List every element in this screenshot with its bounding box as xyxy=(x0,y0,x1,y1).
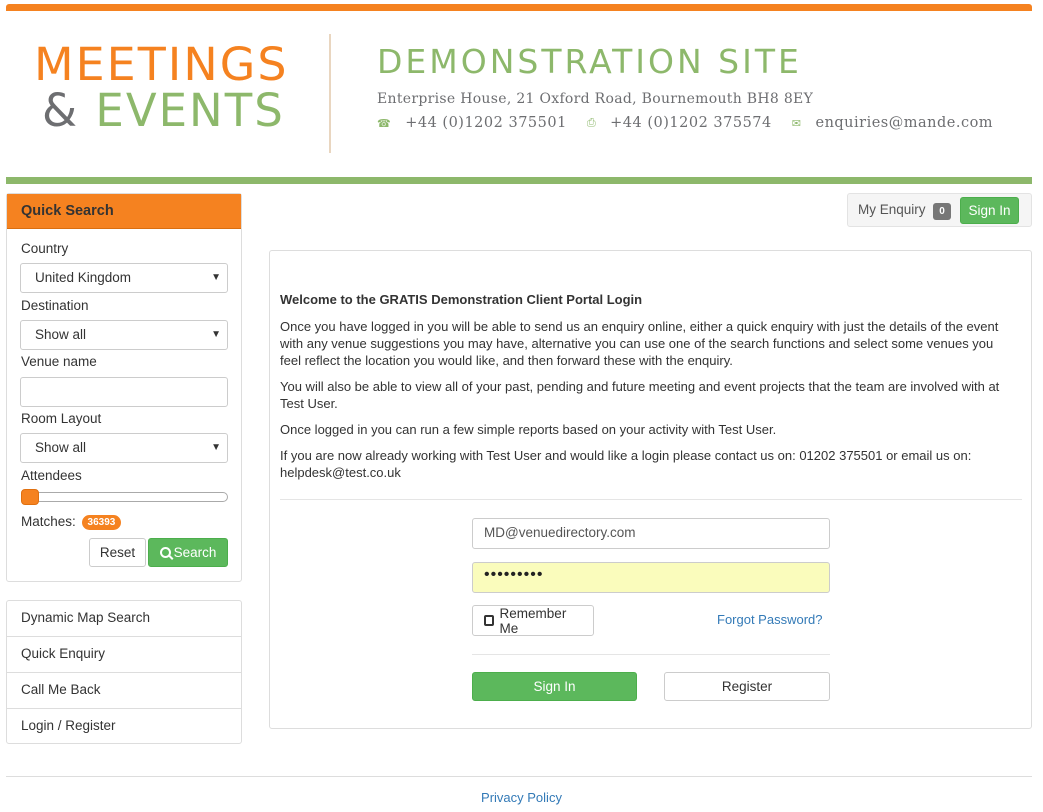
email-icon: ✉ xyxy=(791,116,802,130)
quick-search-panel: Quick Search Country United Kingdom ▼ De… xyxy=(6,193,242,582)
header-sign-in-button[interactable]: Sign In xyxy=(960,197,1019,224)
room-layout-label: Room Layout xyxy=(21,411,102,426)
matches-row: Matches: 36393 xyxy=(21,514,122,530)
sidebar-item-call-me-back[interactable]: Call Me Back xyxy=(7,673,241,709)
fax-number: +44 (0)1202 375574 xyxy=(610,115,772,131)
attendees-slider-handle[interactable] xyxy=(21,489,39,505)
quick-search-title: Quick Search xyxy=(7,194,241,229)
password-field[interactable]: ••••••••• xyxy=(472,562,830,593)
matches-label: Matches: xyxy=(21,514,76,529)
intro-paragraph-1: Once you have logged in you will be able… xyxy=(280,319,999,368)
attendees-slider-track[interactable] xyxy=(21,492,228,502)
site-contacts: ☎ +44 (0)1202 375501 ⎙ +44 (0)1202 37557… xyxy=(377,115,993,131)
logo-events-word: EVENTS xyxy=(95,84,285,137)
search-icon xyxy=(159,547,174,560)
phone-icon: ☎ xyxy=(377,116,392,130)
welcome-title: Welcome to the GRATIS Demonstration Clie… xyxy=(280,292,643,307)
site-title: DEMONSTRATION SITE xyxy=(377,42,802,81)
contact-email: enquiries@mande.com xyxy=(815,115,994,131)
destination-select-value: Show all xyxy=(35,327,87,342)
chevron-down-icon: ▼ xyxy=(211,272,221,283)
matches-count-badge: 36393 xyxy=(81,515,122,530)
remember-me-label: Remember Me xyxy=(499,605,567,636)
site-address: Enterprise House, 21 Oxford Road, Bourne… xyxy=(377,91,814,107)
fax-icon: ⎙ xyxy=(586,116,597,129)
intro-paragraph-4: If you are now already working with Test… xyxy=(280,448,972,480)
divider xyxy=(472,654,830,655)
privacy-policy-link-text[interactable]: Privacy Policy xyxy=(481,790,562,805)
enquiry-count-badge: 0 xyxy=(933,203,951,220)
country-label: Country xyxy=(21,241,69,256)
remember-me-toggle[interactable]: Remember Me xyxy=(472,605,594,636)
sign-in-button[interactable]: Sign In xyxy=(472,672,637,701)
chevron-down-icon: ▼ xyxy=(211,329,221,340)
forgot-password-link[interactable]: Forgot Password? xyxy=(717,612,823,627)
reset-button[interactable]: Reset xyxy=(89,538,146,567)
destination-select[interactable]: Show all ▼ xyxy=(20,320,228,350)
logo-divider xyxy=(329,34,331,153)
my-enquiry-label: My Enquiry xyxy=(858,202,926,217)
checkbox-icon xyxy=(484,615,494,626)
header-bottom-bar xyxy=(6,177,1032,184)
login-panel: Welcome to the GRATIS Demonstration Clie… xyxy=(269,250,1032,729)
divider xyxy=(280,499,1022,500)
logo-events-text: & EVENTS xyxy=(42,88,285,134)
register-button[interactable]: Register xyxy=(664,672,830,701)
sidebar-item-dynamic-map-search[interactable]: Dynamic Map Search xyxy=(7,601,241,637)
sidebar-nav: Dynamic Map Search Quick Enquiry Call Me… xyxy=(6,600,242,744)
destination-label: Destination xyxy=(21,298,89,313)
privacy-policy-link: Privacy Policy xyxy=(0,790,1043,805)
country-select[interactable]: United Kingdom ▼ xyxy=(20,263,228,293)
sidebar-item-login-register[interactable]: Login / Register xyxy=(7,709,241,745)
room-layout-select-value: Show all xyxy=(35,440,87,455)
venue-name-input[interactable] xyxy=(20,377,228,407)
logo-ampersand: & xyxy=(42,84,80,137)
sidebar-item-quick-enquiry[interactable]: Quick Enquiry xyxy=(7,637,241,673)
intro-paragraph-3: Once logged in you can run a few simple … xyxy=(280,422,777,437)
intro-paragraph-2: You will also be able to view all of you… xyxy=(280,379,1000,411)
attendees-label: Attendees xyxy=(21,468,82,483)
my-enquiry-link[interactable]: My Enquiry 0 xyxy=(858,202,951,220)
account-toolbar: My Enquiry 0 Sign In xyxy=(847,193,1032,227)
search-button[interactable]: Search xyxy=(148,538,228,567)
search-button-label: Search xyxy=(173,545,217,560)
chevron-down-icon: ▼ xyxy=(211,442,221,453)
country-select-value: United Kingdom xyxy=(35,270,132,285)
email-field[interactable]: MD@venuedirectory.com xyxy=(472,518,830,549)
venue-name-label: Venue name xyxy=(21,354,97,369)
room-layout-select[interactable]: Show all ▼ xyxy=(20,433,228,463)
footer-divider xyxy=(6,776,1032,777)
logo-meetings-text: MEETINGS xyxy=(34,38,289,91)
phone-number: +44 (0)1202 375501 xyxy=(405,115,567,131)
header-top-bar xyxy=(6,4,1032,11)
